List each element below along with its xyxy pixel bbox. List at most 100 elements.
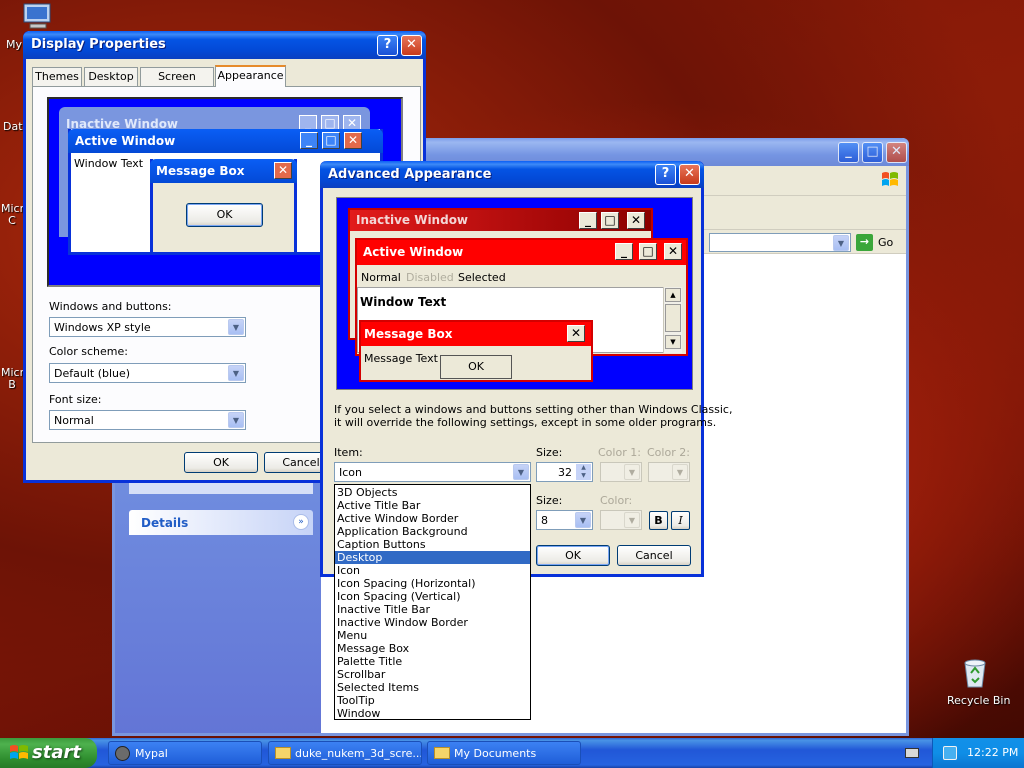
advanced-preview: Inactive Window _ □ ✕ Active Window _ □ … <box>336 197 693 390</box>
list-item[interactable]: Inactive Window Border <box>335 616 530 629</box>
windows-logo-icon <box>882 172 898 186</box>
chevron-down-icon[interactable]: ▼ <box>833 235 849 251</box>
color2-picker[interactable]: ▼ <box>648 462 690 482</box>
list-item[interactable]: Menu <box>335 629 530 642</box>
list-item[interactable]: Icon Spacing (Horizontal) <box>335 577 530 590</box>
cancel-button[interactable]: Cancel <box>617 545 691 566</box>
list-item[interactable]: Active Window Border <box>335 512 530 525</box>
scroll-down-icon: ▼ <box>665 335 681 349</box>
size-stepper[interactable]: 32 ▲ ▼ <box>536 462 593 482</box>
list-item[interactable]: Icon Spacing (Vertical) <box>335 590 530 603</box>
font-size-label: Size: <box>536 494 563 507</box>
address-input[interactable]: ▼ <box>709 233 851 252</box>
tab-desktop[interactable]: Desktop <box>84 67 138 86</box>
taskbar-item-duke-folder[interactable]: duke_nukem_3d_scre... <box>268 741 422 765</box>
list-item[interactable]: Caption Buttons <box>335 538 530 551</box>
list-item[interactable]: Selected Items <box>335 681 530 694</box>
help-icon: ? <box>661 166 670 181</box>
go-button[interactable]: → Go <box>856 233 896 252</box>
font-size-select[interactable]: 8 ▼ <box>536 510 593 530</box>
list-item[interactable]: Message Box <box>335 642 530 655</box>
maximize-button[interactable]: □ <box>862 142 883 163</box>
chevron-down-icon[interactable]: ▼ <box>513 464 529 480</box>
close-icon: ✕ <box>274 162 292 179</box>
minimize-icon: _ <box>579 212 597 229</box>
close-button[interactable]: ✕ <box>401 35 422 56</box>
list-item[interactable]: Window <box>335 707 530 720</box>
tab-themes[interactable]: Themes <box>32 67 82 86</box>
windows-buttons-select[interactable]: Windows XP style ▼ <box>49 317 246 337</box>
preview-ok-button: OK <box>440 355 512 379</box>
italic-button[interactable]: I <box>671 511 690 530</box>
scroll-up-icon: ▲ <box>665 288 681 302</box>
minimize-button[interactable]: _ <box>838 142 859 163</box>
preview-message-title: Message Box <box>364 327 453 341</box>
desktop-icon-label[interactable]: Dat <box>3 120 23 133</box>
spin-down-icon[interactable]: ▼ <box>576 472 591 480</box>
window-title: Advanced Appearance <box>328 167 492 182</box>
font-size-value: Normal <box>54 414 94 427</box>
folder-icon <box>275 747 291 759</box>
system-tray: 12:22 PM <box>932 738 1024 768</box>
details-panel-header[interactable]: Details » <box>129 510 313 535</box>
tab-strip: Themes Desktop Screen Saver Appearance <box>32 65 412 100</box>
start-button[interactable]: start <box>0 738 97 768</box>
desktop-icon-recycle-bin[interactable]: Recycle Bin <box>940 655 1010 711</box>
desktop-icon-label[interactable]: Micro C <box>1 203 23 227</box>
color-scheme-select[interactable]: Default (blue) ▼ <box>49 363 246 383</box>
desktop-icon-label: My <box>6 38 23 51</box>
minimize-icon: _ <box>845 144 852 159</box>
list-item[interactable]: Active Title Bar <box>335 499 530 512</box>
list-item[interactable]: Desktop <box>335 551 530 564</box>
taskbar-item-mypal[interactable]: Mypal <box>108 741 262 765</box>
chevron-down-icon[interactable]: ▼ <box>228 412 244 428</box>
desktop-icon-label[interactable]: Micro B <box>1 367 23 391</box>
list-item[interactable]: ToolTip <box>335 694 530 707</box>
chevron-down-icon[interactable]: ▼ <box>575 512 591 528</box>
bold-button[interactable]: B <box>649 511 668 530</box>
help-icon: ? <box>383 37 392 52</box>
list-item[interactable]: Icon <box>335 564 530 577</box>
info-text-line1: If you select a windows and buttons sett… <box>334 403 733 416</box>
close-button[interactable]: ✕ <box>886 142 907 163</box>
preview-active-title: Active Window <box>363 245 464 259</box>
keyboard-icon[interactable] <box>905 748 919 758</box>
item-select[interactable]: Icon ▼ <box>334 462 531 482</box>
tab-label: Themes <box>35 70 79 83</box>
list-item[interactable]: 3D Objects <box>335 486 530 499</box>
list-item[interactable]: Application Background <box>335 525 530 538</box>
preview-message-text: Message Text <box>364 352 438 365</box>
ok-button[interactable]: OK <box>536 545 610 566</box>
taskbar: start Mypal duke_nukem_3d_scre... My Doc… <box>0 738 1024 768</box>
tab-label: Desktop <box>88 70 134 83</box>
color2-label: Color 2: <box>647 446 690 459</box>
chevron-down-icon[interactable]: ▼ <box>228 319 244 335</box>
ok-button[interactable]: OK <box>184 452 258 473</box>
font-size-value: 8 <box>541 514 548 527</box>
go-arrow-icon: → <box>856 234 873 251</box>
list-item[interactable]: Inactive Title Bar <box>335 603 530 616</box>
taskbar-item-my-documents[interactable]: My Documents <box>427 741 581 765</box>
font-size-select[interactable]: Normal ▼ <box>49 410 246 430</box>
preview-window-text: Window Text <box>360 295 447 309</box>
close-icon: ✕ <box>684 166 695 181</box>
help-button[interactable]: ? <box>655 164 676 185</box>
close-button[interactable]: ✕ <box>679 164 700 185</box>
advanced-appearance-title-bar[interactable]: Advanced Appearance <box>320 161 704 188</box>
list-item[interactable]: Scrollbar <box>335 668 530 681</box>
help-button[interactable]: ? <box>377 35 398 56</box>
font-size-label: Font size: <box>49 393 102 406</box>
network-icon[interactable] <box>943 746 957 760</box>
clock[interactable]: 12:22 PM <box>967 746 1018 759</box>
list-item[interactable]: Palette Title <box>335 655 530 668</box>
size-label: Size: <box>536 446 563 459</box>
font-color-picker[interactable]: ▼ <box>600 510 642 530</box>
color1-picker[interactable]: ▼ <box>600 462 642 482</box>
chevron-down-icon[interactable]: ▼ <box>228 365 244 381</box>
chevron-down-icon[interactable]: » <box>293 514 309 530</box>
item-dropdown-list[interactable]: 3D Objects Active Title Bar Active Window … <box>334 484 531 720</box>
tab-screen-saver[interactable]: Screen Saver <box>140 67 214 100</box>
tab-appearance[interactable]: Appearance <box>215 65 286 87</box>
display-properties-title-bar[interactable]: Display Properties <box>23 31 426 59</box>
spin-up-icon[interactable]: ▲ <box>576 464 591 472</box>
